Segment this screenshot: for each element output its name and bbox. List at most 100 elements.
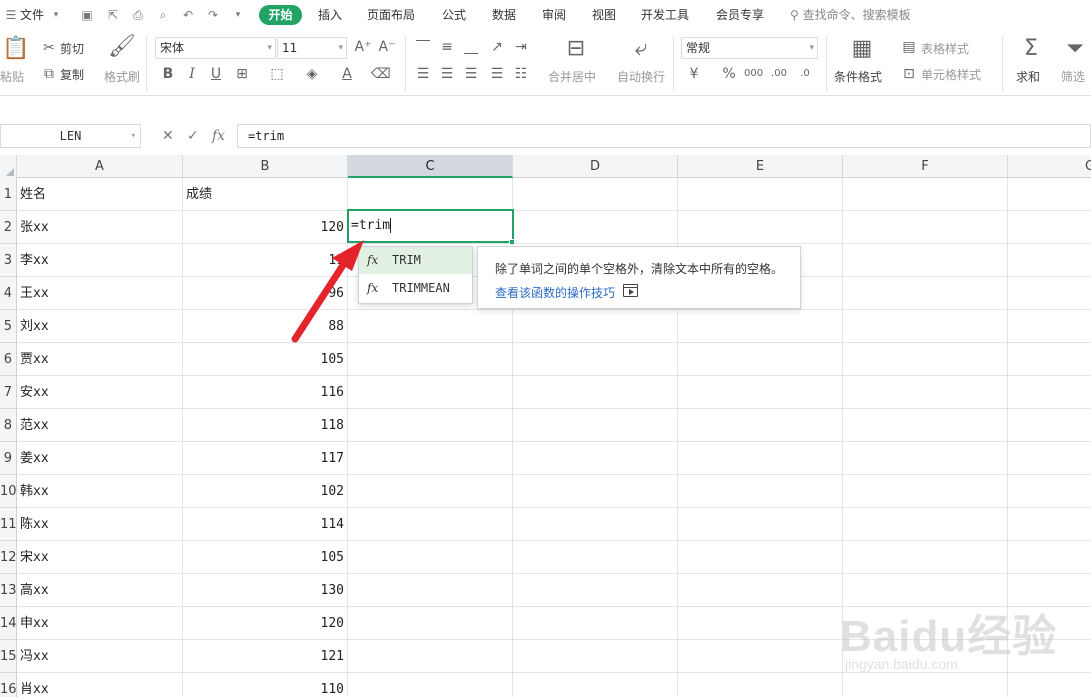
cell-e16[interactable] (678, 673, 843, 697)
auto-wrap-button[interactable]: 自动换行 (617, 68, 665, 85)
cell-a3[interactable]: 李xx (17, 244, 183, 277)
chevron-down-icon[interactable]: ▾ (49, 8, 63, 22)
cell-e1[interactable] (678, 178, 843, 211)
tab-membership[interactable]: 会员专享 (716, 0, 764, 30)
italic-icon[interactable]: I (183, 65, 201, 83)
column-header-g[interactable]: G (1008, 155, 1091, 178)
cell-c5[interactable] (348, 310, 513, 343)
cell-a10[interactable]: 韩xx (17, 475, 183, 508)
cell-b6[interactable]: 105 (183, 343, 348, 376)
row-header[interactable]: 4 (0, 277, 17, 310)
align-left-icon[interactable]: ☰ (414, 65, 432, 83)
row-header[interactable]: 2 (0, 211, 17, 244)
fill-color-icon[interactable]: ◈ (303, 65, 321, 83)
cell-a13[interactable]: 高xx (17, 574, 183, 607)
tab-view[interactable]: 视图 (592, 0, 616, 30)
cell-d8[interactable] (513, 409, 678, 442)
cell-style-icon[interactable]: ⊡ (900, 65, 918, 83)
cell-g2[interactable] (1008, 211, 1091, 244)
cell-f12[interactable] (843, 541, 1008, 574)
number-format-select[interactable]: 常规 ▾ (681, 37, 818, 59)
row-header[interactable]: 15 (0, 640, 17, 673)
cell-a15[interactable]: 冯xx (17, 640, 183, 673)
column-header-c[interactable]: C (348, 155, 513, 178)
distribute-icon[interactable]: ☷ (512, 65, 530, 83)
row-header[interactable]: 6 (0, 343, 17, 376)
column-header-d[interactable]: D (513, 155, 678, 178)
cell-g6[interactable] (1008, 343, 1091, 376)
currency-icon[interactable]: ¥ (685, 65, 703, 83)
justify-icon[interactable]: ☰ (488, 65, 506, 83)
conditional-format-button[interactable]: 条件格式 (834, 68, 882, 85)
cell-f5[interactable] (843, 310, 1008, 343)
function-tips-link[interactable]: 查看该函数的操作技巧 (495, 284, 615, 301)
cell-a5[interactable]: 刘xx (17, 310, 183, 343)
paste-button[interactable]: 粘贴 (0, 68, 24, 85)
cell-b12[interactable]: 105 (183, 541, 348, 574)
cell-e6[interactable] (678, 343, 843, 376)
cell-a1[interactable]: 姓名 (17, 178, 183, 211)
column-header-f[interactable]: F (843, 155, 1008, 178)
quick-access-dropdown-icon[interactable]: ▾ (231, 8, 245, 22)
format-painter-button[interactable]: 格式刷 (104, 68, 140, 85)
insert-function-icon[interactable]: fx (212, 124, 225, 148)
cell-b4[interactable]: 96 (183, 277, 348, 310)
cell-b2[interactable]: 120 (183, 211, 348, 244)
video-icon[interactable] (623, 284, 638, 297)
autocomplete-item-trimmean[interactable]: fx TRIMMEAN (359, 275, 472, 302)
cut-button[interactable]: 剪切 (60, 40, 84, 57)
border-icon[interactable]: ⊞ (233, 65, 251, 83)
cell-b3[interactable]: 11 (183, 244, 348, 277)
indent-icon[interactable]: ⇥ (512, 38, 530, 56)
decrease-decimal-icon[interactable]: .0 (796, 65, 814, 83)
fill-pattern-icon[interactable]: ⬚ (268, 65, 286, 83)
cell-d14[interactable] (513, 607, 678, 640)
cell-e15[interactable] (678, 640, 843, 673)
cell-e12[interactable] (678, 541, 843, 574)
align-top-icon[interactable]: ⎺ (414, 38, 432, 56)
cell-f10[interactable] (843, 475, 1008, 508)
cell-d10[interactable] (513, 475, 678, 508)
sum-button[interactable]: 求和 (1016, 68, 1040, 85)
cell-g9[interactable] (1008, 442, 1091, 475)
cell-e2[interactable] (678, 211, 843, 244)
row-header[interactable]: 5 (0, 310, 17, 343)
font-name-select[interactable]: 宋体 ▾ (155, 37, 276, 59)
cell-c14[interactable] (348, 607, 513, 640)
orientation-icon[interactable]: ↗ (488, 38, 506, 56)
cell-b11[interactable]: 114 (183, 508, 348, 541)
underline-icon[interactable]: U (207, 65, 225, 83)
copy-button[interactable]: 复制 (60, 66, 84, 83)
tab-developer[interactable]: 开发工具 (641, 0, 689, 30)
redo-icon[interactable]: ↷ (206, 8, 220, 22)
menu-icon[interactable]: ☰ (4, 8, 18, 22)
cell-b16[interactable]: 110 (183, 673, 348, 697)
cell-b8[interactable]: 118 (183, 409, 348, 442)
cell-e14[interactable] (678, 607, 843, 640)
cell-a7[interactable]: 安xx (17, 376, 183, 409)
merge-center-icon[interactable]: ⊟ (562, 36, 590, 62)
table-style-button[interactable]: 表格样式 (921, 40, 969, 57)
decrease-font-icon[interactable]: A⁻ (378, 38, 396, 56)
export-icon[interactable]: ⇱ (106, 8, 120, 22)
cell-c9[interactable] (348, 442, 513, 475)
tab-review[interactable]: 审阅 (542, 0, 566, 30)
cell-g7[interactable] (1008, 376, 1091, 409)
font-size-select[interactable]: 11 ▾ (277, 37, 347, 59)
autocomplete-item-trim[interactable]: fx TRIM (359, 247, 472, 274)
cell-c6[interactable] (348, 343, 513, 376)
cell-g8[interactable] (1008, 409, 1091, 442)
cell-d6[interactable] (513, 343, 678, 376)
cell-d16[interactable] (513, 673, 678, 697)
format-painter-icon[interactable]: 🖌 (108, 34, 136, 60)
clear-format-icon[interactable]: ⌫ (371, 65, 391, 83)
cell-g10[interactable] (1008, 475, 1091, 508)
active-cell-c2[interactable]: =trim (347, 209, 514, 243)
cell-b1[interactable]: 成绩 (183, 178, 348, 211)
font-color-icon[interactable]: A (338, 65, 356, 83)
cell-a14[interactable]: 申xx (17, 607, 183, 640)
undo-icon[interactable]: ↶ (181, 8, 195, 22)
cell-f7[interactable] (843, 376, 1008, 409)
column-header-b[interactable]: B (183, 155, 348, 178)
cell-d5[interactable] (513, 310, 678, 343)
